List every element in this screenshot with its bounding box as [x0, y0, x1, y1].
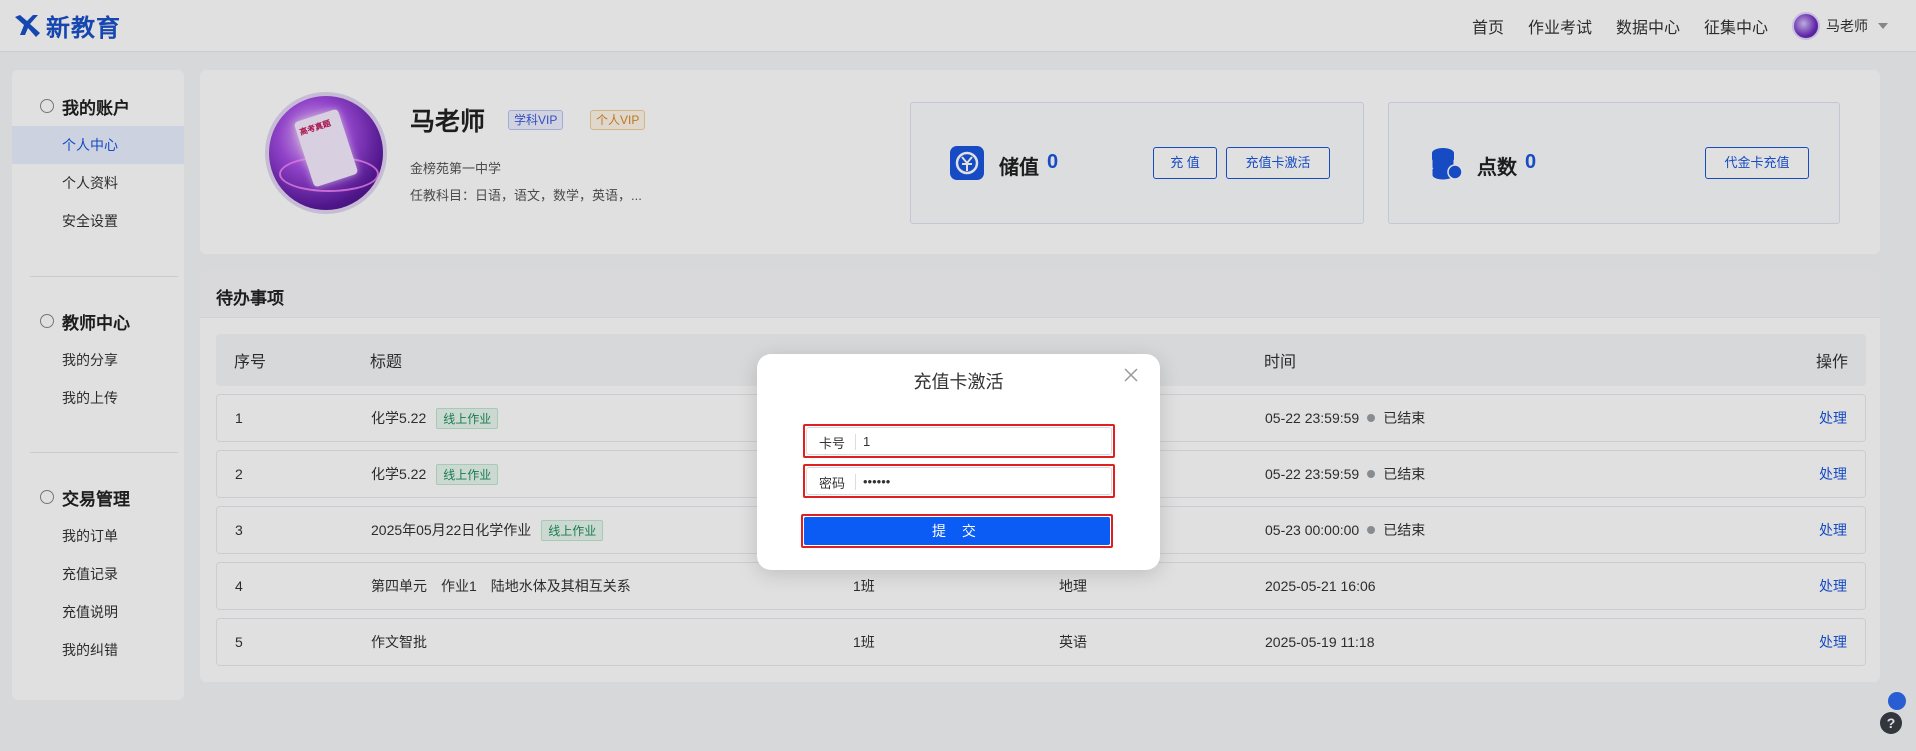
password-field: 密码	[806, 467, 1112, 495]
close-icon[interactable]	[1122, 366, 1140, 384]
password-input[interactable]	[863, 470, 1103, 492]
card-number-label: 卡号	[819, 436, 846, 451]
password-label: 密码	[819, 476, 846, 491]
divider	[855, 434, 856, 450]
submit-button[interactable]: 提 交	[804, 517, 1110, 545]
card-number-field: 卡号	[806, 427, 1112, 455]
divider	[855, 474, 856, 490]
card-number-input[interactable]	[863, 430, 1103, 452]
card-activation-modal: 充值卡激活 卡号 密码 提 交	[757, 354, 1160, 570]
modal-title: 充值卡激活	[913, 372, 1004, 392]
